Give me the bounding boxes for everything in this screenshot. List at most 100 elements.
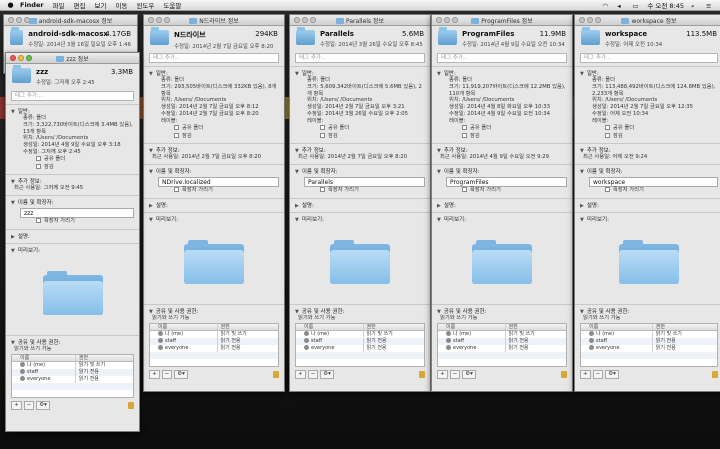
remove-button[interactable]: − [592,369,604,379]
col-name[interactable]: 이름 [12,355,75,361]
section-sharing[interactable]: ▼ 공유 및 사용 권한: [432,303,572,315]
locked-checkbox[interactable]: 잠김 [290,132,430,141]
menu-view[interactable]: 보기 [95,0,107,10]
section-more-info[interactable]: ▼ 추가 정보: [575,143,720,154]
table-row[interactable]: staff 읽기 전용 [438,337,566,345]
title-bar[interactable]: ProgramFiles 정보 [432,15,572,26]
notification-icon[interactable]: ≡ [706,2,714,10]
shared-folder-checkbox[interactable]: 공유 폴더 [144,125,284,133]
lock-icon[interactable] [561,370,567,378]
remove-button[interactable]: − [307,369,319,379]
table-row[interactable]: 나 (me) 읽기 및 쓰기 [296,330,424,338]
col-privilege[interactable]: 권한 [74,354,133,361]
section-preview[interactable]: ▼ 미리보기: [144,211,284,223]
section-preview[interactable]: ▼ 미리보기: [290,211,430,223]
col-privilege[interactable]: 권한 [216,323,278,330]
table-row[interactable]: everyone 읽기 전용 [438,344,566,352]
section-general[interactable]: ▼ 일반: [575,66,720,77]
hide-extension-checkbox[interactable]: 확장자 가리기 [290,187,430,195]
title-bar[interactable]: zzz 정보 [6,53,139,64]
title-bar[interactable]: workspace 정보 [575,15,720,26]
tags-input[interactable]: 태그 추가... [580,53,718,63]
gear-button[interactable]: ⚙▾ [174,369,188,379]
section-general[interactable]: ▼ 일반: [290,66,430,77]
shared-folder-checkbox[interactable]: 공유 폴더 [432,125,572,133]
shared-folder-checkbox[interactable]: 공유 폴더 [6,156,139,164]
spotlight-icon[interactable]: ⌕ [691,2,699,10]
filename-field[interactable]: Parallels [304,177,425,187]
menu-finder[interactable]: Finder [20,1,44,9]
tags-input[interactable]: 태그 추가... [149,53,279,63]
section-name-ext[interactable]: ▼ 이름 및 확장자: [290,164,430,175]
add-button[interactable]: + [580,369,591,379]
table-row[interactable]: 나 (me) 읽기 및 쓰기 [150,330,278,338]
section-sharing[interactable]: ▼ 공유 및 사용 권한: [575,303,720,315]
section-general[interactable]: ▼ 일반: [144,66,284,77]
menu-file[interactable]: 파일 [53,0,65,10]
apple-menu-icon[interactable]: ● [6,1,15,9]
section-preview[interactable]: ▼ 미리보기: [6,242,139,254]
col-name[interactable]: 이름 [150,324,217,330]
section-sharing[interactable]: ▼ 공유 및 사용 권한: [6,334,139,346]
section-comments[interactable]: ▶ 설명: [432,197,572,209]
section-comments[interactable]: ▶ 설명: [290,197,430,209]
table-row[interactable]: everyone 읽기 전용 [150,344,278,352]
title-bar[interactable]: N드라이브 정보 [144,15,284,26]
menu-go[interactable]: 이동 [115,0,127,10]
menu-help[interactable]: 도움말 [163,0,181,10]
gear-button[interactable]: ⚙▾ [462,369,476,379]
col-name[interactable]: 이름 [581,324,652,330]
table-row[interactable]: staff 읽기 전용 [296,337,424,345]
table-row[interactable]: staff 읽기 전용 [12,368,133,376]
section-more-info[interactable]: ▼ 추가 정보: [432,143,572,154]
filename-field[interactable]: zzz [20,208,134,218]
gear-button[interactable]: ⚙▾ [605,369,619,379]
section-more-info[interactable]: ▼ 추가 정보: [290,143,430,154]
locked-checkbox[interactable]: 잠김 [144,132,284,141]
table-row[interactable]: everyone 읽기 전용 [296,344,424,352]
remove-button[interactable]: − [23,400,35,410]
lock-icon[interactable] [419,370,425,378]
lock-icon[interactable] [128,401,134,409]
tags-input[interactable]: 태그 추가... [295,53,425,63]
section-sharing[interactable]: ▼ 공유 및 사용 권한: [290,303,430,315]
section-name-ext[interactable]: ▼ 이름 및 확장자: [432,164,572,175]
add-button[interactable]: + [295,369,306,379]
clock[interactable]: 수 오전 8:45 [647,0,684,10]
section-name-ext[interactable]: ▼ 이름 및 확장자: [6,195,139,206]
filename-field[interactable]: workspace [589,177,718,187]
locked-checkbox[interactable]: 잠김 [6,163,139,172]
section-sharing[interactable]: ▼ 공유 및 사용 권한: [144,303,284,315]
table-row[interactable]: staff 읽기 전용 [581,337,717,345]
table-row[interactable]: 나 (me) 읽기 및 쓰기 [581,330,717,338]
locked-checkbox[interactable]: 잠김 [575,132,720,141]
hide-extension-checkbox[interactable]: 확장자 가리기 [144,187,284,195]
gear-button[interactable]: ⚙▾ [320,369,334,379]
section-comments[interactable]: ▶ 설명: [6,228,139,240]
section-preview[interactable]: ▼ 미리보기: [575,211,720,223]
shared-folder-checkbox[interactable]: 공유 폴더 [290,125,430,133]
section-preview[interactable]: ▼ 미리보기: [432,211,572,223]
menu-edit[interactable]: 편집 [74,0,86,10]
add-button[interactable]: + [11,400,22,410]
section-comments[interactable]: ▶ 설명: [575,197,720,209]
col-name[interactable]: 이름 [438,324,505,330]
table-row[interactable]: everyone 읽기 전용 [12,375,133,383]
wifi-icon[interactable]: ◠ [602,2,610,10]
col-privilege[interactable]: 권한 [362,323,424,330]
filename-field[interactable]: NDrive.localized [158,177,279,187]
section-more-info[interactable]: ▼ 추가 정보: [144,143,284,154]
battery-icon[interactable]: ▭ [632,2,640,10]
col-name[interactable]: 이름 [296,324,363,330]
lock-icon[interactable] [273,370,279,378]
col-privilege[interactable]: 권한 [504,323,566,330]
menu-window[interactable]: 윈도우 [136,0,154,10]
lock-icon[interactable] [712,370,718,378]
table-row[interactable]: staff 읽기 전용 [150,337,278,345]
locked-checkbox[interactable]: 잠김 [432,132,572,141]
section-general[interactable]: ▼ 일반: [432,66,572,77]
gear-button[interactable]: ⚙▾ [36,400,50,410]
shared-folder-checkbox[interactable]: 공유 폴더 [575,125,720,133]
remove-button[interactable]: − [449,369,461,379]
title-bar[interactable]: android-sdk-macosx 정보 [4,15,137,26]
